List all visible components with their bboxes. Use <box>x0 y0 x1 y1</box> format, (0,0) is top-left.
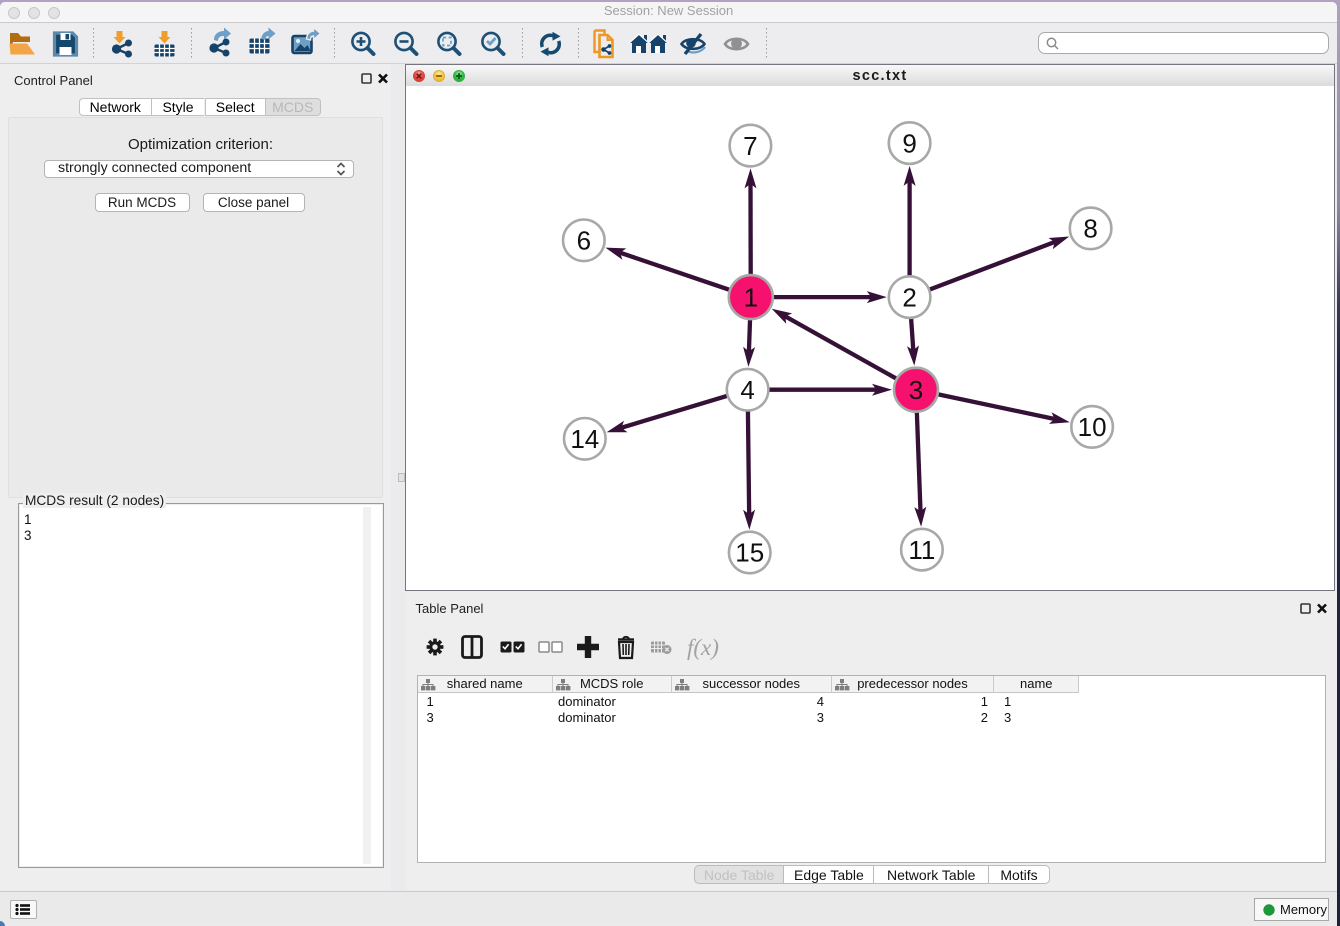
svg-text:14: 14 <box>570 424 599 454</box>
svg-text:3: 3 <box>909 375 923 405</box>
svg-text:2: 2 <box>902 282 916 312</box>
svg-text:7: 7 <box>743 131 757 161</box>
svg-text:4: 4 <box>740 375 754 405</box>
svg-text:f(x): f(x) <box>687 635 719 660</box>
svg-text:10: 10 <box>1078 412 1107 442</box>
svg-text:15: 15 <box>735 538 764 568</box>
svg-text:1: 1 <box>744 282 758 312</box>
svg-text:8: 8 <box>1083 214 1097 244</box>
svg-text:6: 6 <box>577 226 591 256</box>
svg-text:11: 11 <box>908 535 935 565</box>
svg-text:9: 9 <box>902 128 916 158</box>
